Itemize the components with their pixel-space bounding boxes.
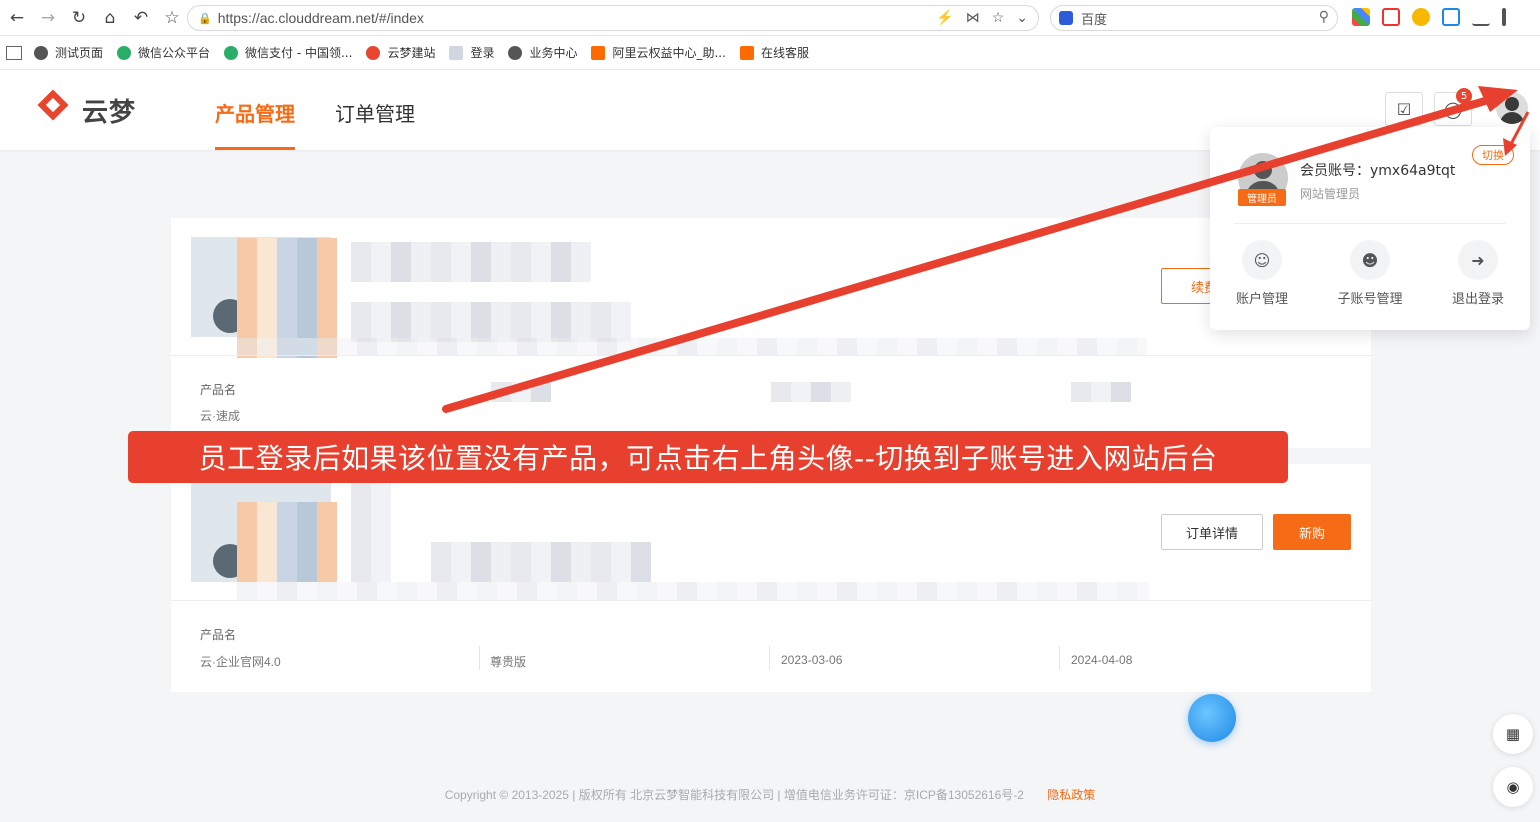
menu-icon[interactable] — [1502, 8, 1506, 26]
apps-icon[interactable] — [1352, 8, 1370, 26]
new-purchase-button[interactable]: 新购 — [1273, 514, 1351, 550]
reload-icon[interactable]: ↻ — [65, 4, 93, 32]
bookmark-star-icon[interactable]: ☆ — [992, 9, 1005, 26]
product-name-value: 云·企业官网4.0 — [200, 655, 281, 669]
bookmark-item[interactable]: 阿里云权益中心_助... — [591, 44, 726, 61]
bookmark-item[interactable]: 测试页面 — [34, 44, 103, 61]
pdf-icon[interactable] — [1382, 8, 1400, 26]
bookmark-item[interactable]: 业务中心 — [508, 44, 577, 61]
member-account: 会员账号：ymx64a9tqt — [1300, 163, 1456, 179]
copyright-text: Copyright © 2013-2025 | 版权所有 北京云梦智能科技有限公… — [444, 788, 1024, 802]
order-detail-button[interactable]: 订单详情 — [1161, 514, 1263, 550]
moon-icon[interactable] — [1412, 8, 1430, 26]
bookmark-item[interactable]: 登录 — [449, 44, 494, 61]
privacy-link[interactable]: 隐私政策 — [1047, 788, 1095, 802]
bookmark-item[interactable]: 云梦建站 — [366, 44, 435, 61]
sub-account-management-item[interactable]: ☻ 子账号管理 — [1325, 240, 1415, 307]
card-divider — [171, 600, 1371, 601]
undo-icon[interactable]: ↶ — [127, 4, 155, 32]
product-name-label: 产品名 — [200, 383, 237, 397]
column-divider — [769, 646, 770, 670]
qrcode-icon[interactable]: ▦ — [1493, 714, 1533, 754]
annotation-banner: 员工登录后如果该位置没有产品，可点击右上角头像--切换到子账号进入网站后台 — [128, 431, 1288, 483]
role-tag: 管理员 — [1238, 189, 1286, 206]
user-avatar[interactable] — [1496, 92, 1528, 124]
share-icon[interactable]: ⋈ — [966, 9, 980, 26]
member-role: 网站管理员 — [1300, 187, 1361, 201]
search-icon[interactable]: ⚲ — [1319, 9, 1329, 25]
product-name-value: 云·速成 — [200, 409, 240, 423]
globe-icon — [34, 45, 48, 60]
users-icon: ☻ — [1350, 240, 1390, 280]
blurred-content — [431, 542, 651, 582]
active-tab-indicator — [215, 147, 295, 150]
start-date-value: 2023-03-06 — [781, 653, 843, 667]
logo-text: 云梦 — [82, 97, 137, 128]
url-text: https://ac.clouddream.net/#/index — [217, 10, 424, 26]
aliyun-icon — [739, 45, 754, 60]
card-divider — [171, 355, 1371, 356]
browser-toolbar: ← → ↻ ⌂ ↶ ☆ 🔒 https://ac.clouddream.net/… — [0, 0, 1540, 36]
bookmarks-bar: 测试页面 微信公众平台 微信支付 - 中国领... 云梦建站 登录 业务中心 阿… — [0, 36, 1540, 70]
globe-icon — [508, 45, 523, 60]
product-name-label: 产品名 — [200, 628, 237, 642]
product-card: 续费 产品名 云·速成 — [171, 218, 1371, 448]
search-engine-label: 百度 — [1081, 12, 1108, 28]
tab-product-management[interactable]: 产品管理 — [215, 98, 295, 127]
blurred-content — [351, 482, 391, 582]
column-divider — [479, 646, 480, 670]
bookmark-item[interactable]: 微信支付 - 中国领... — [224, 44, 352, 61]
blurred-content — [237, 338, 1147, 356]
back-icon[interactable]: ← — [3, 4, 31, 32]
logout-icon: ➜ — [1458, 240, 1498, 280]
forward-icon[interactable]: → — [34, 4, 62, 32]
bookmark-item[interactable]: 微信公众平台 — [117, 44, 210, 61]
blurred-content — [771, 382, 851, 402]
flash-icon[interactable]: ⚡ — [936, 9, 953, 26]
column-divider — [1059, 646, 1060, 670]
home-icon[interactable]: ⌂ — [96, 4, 124, 32]
logo[interactable]: 云梦 — [37, 89, 137, 130]
tab-order-management[interactable]: 订单管理 — [335, 98, 415, 127]
product-card: 订单详情 新购 产品名 云·企业官网4.0 尊贵版 2023-03-06 202… — [171, 464, 1371, 692]
user-icon: ☺ — [1242, 240, 1282, 280]
notification-badge: 5 — [1456, 88, 1472, 104]
bookmark-item[interactable]: 在线客服 — [739, 44, 809, 61]
star-icon[interactable]: ☆ — [158, 4, 186, 32]
logo-mark-icon — [37, 89, 78, 130]
user-dropdown: 管理员 会员账号：ymx64a9tqt 网站管理员 切换 ☺ 账户管理 ☻ 子账… — [1210, 127, 1530, 330]
baidu-icon — [1059, 11, 1073, 25]
blurred-content — [1071, 382, 1131, 402]
account-management-item[interactable]: ☺ 账户管理 — [1217, 240, 1307, 307]
sidebar-toggle-icon[interactable] — [6, 45, 22, 60]
page-icon — [449, 45, 464, 60]
search-input[interactable]: 百度 ⚲ — [1050, 5, 1338, 31]
download-icon[interactable] — [1472, 8, 1490, 26]
aliyun-icon — [591, 45, 606, 60]
wechat-pay-icon — [224, 45, 239, 60]
clouddream-icon — [366, 45, 381, 60]
assistant-bubble[interactable] — [1188, 694, 1236, 742]
expiry-date-value: 2024-04-08 — [1071, 653, 1133, 667]
logout-item[interactable]: ➜ 退出登录 — [1433, 240, 1523, 307]
crop-icon[interactable] — [1442, 8, 1460, 26]
blurred-content — [351, 302, 631, 342]
wechat-icon — [117, 45, 132, 60]
chevron-down-icon[interactable]: ⌄ — [1016, 9, 1028, 26]
blurred-content — [237, 582, 1149, 600]
dropdown-divider — [1234, 223, 1506, 224]
lock-icon: 🔒 — [198, 12, 212, 25]
checklist-icon[interactable]: ☑ — [1385, 92, 1423, 126]
blurred-content — [351, 242, 591, 282]
footer: Copyright © 2013-2025 | 版权所有 北京云梦智能科技有限公… — [0, 786, 1540, 803]
blurred-content — [491, 382, 551, 402]
address-bar[interactable]: 🔒 https://ac.clouddream.net/#/index ⚡ ⋈ … — [187, 5, 1039, 31]
switch-account-button[interactable]: 切换 — [1472, 145, 1514, 165]
product-edition-value: 尊贵版 — [490, 655, 527, 669]
blurred-content — [237, 502, 337, 582]
